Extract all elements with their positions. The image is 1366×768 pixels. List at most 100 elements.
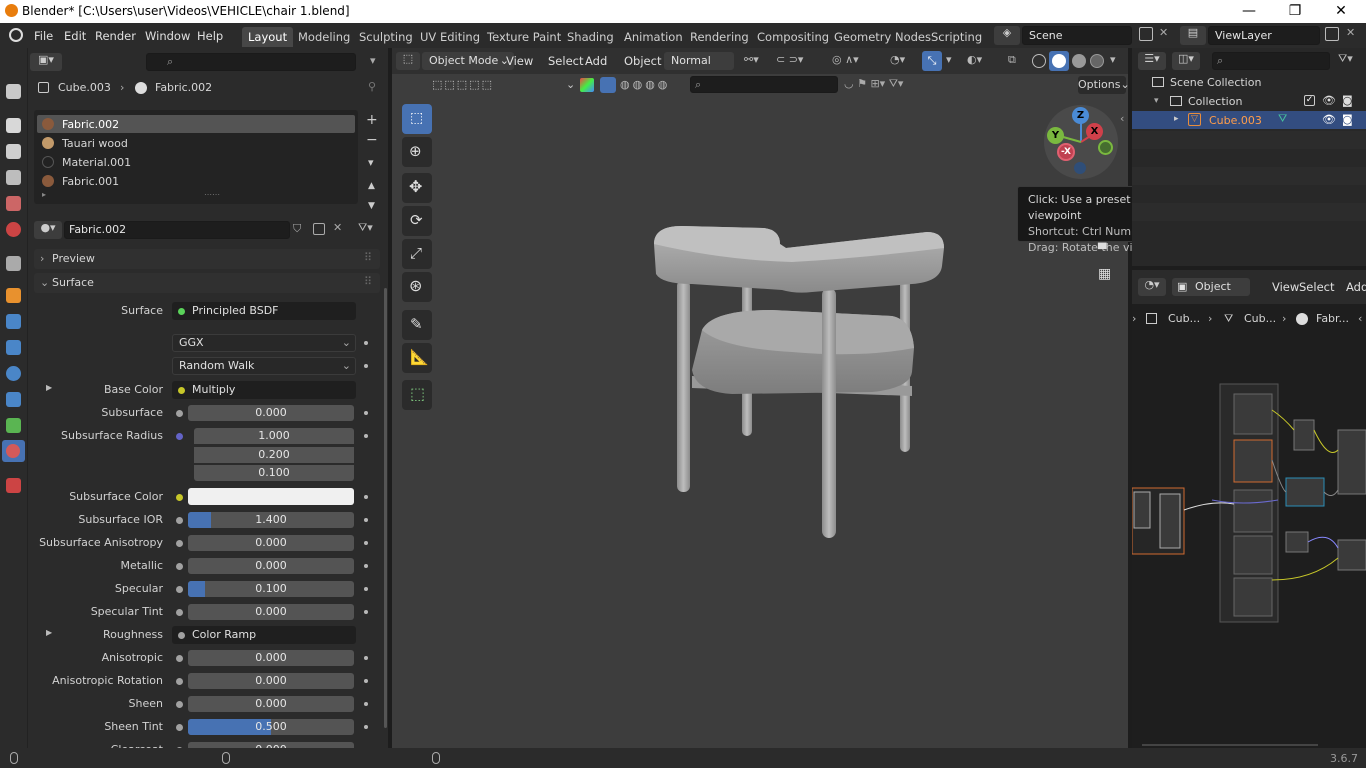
shader-node-editor[interactable]: ◔▾ ▣ Object View Select Add › Cub... › ⛛… — [1132, 270, 1366, 748]
menu-file[interactable]: File — [30, 27, 57, 45]
keyframe-dot[interactable] — [364, 411, 368, 415]
tab-modeling[interactable]: Modeling — [292, 27, 356, 47]
value-slider[interactable]: 0.500 — [188, 719, 354, 735]
shader-type-dropdown[interactable]: ▣ Object — [1172, 278, 1250, 296]
tab-texture-paint[interactable]: Texture Paint — [481, 27, 567, 47]
scale-tool[interactable]: ⤢ — [402, 239, 432, 269]
scene-collection-label[interactable]: Scene Collection — [1170, 76, 1261, 89]
keyframe-dot[interactable] — [364, 564, 368, 568]
color-swatch[interactable] — [188, 488, 354, 505]
linked-input-field[interactable]: Color Ramp — [172, 626, 356, 644]
horizontal-scrollbar[interactable] — [1142, 744, 1318, 746]
viewlayer-name-field[interactable]: ViewLayer — [1208, 26, 1320, 45]
constraints-tab-icon[interactable] — [6, 392, 21, 407]
object-mode-dropdown[interactable]: Object Mode ⌄ — [422, 52, 514, 70]
expand-icon[interactable]: ▾ — [1154, 96, 1159, 106]
keyframe-dot[interactable] — [364, 702, 368, 706]
blender-menu-icon[interactable] — [9, 28, 23, 42]
xray-icon[interactable]: ⧉ — [1008, 53, 1016, 67]
value-slider[interactable]: 0.000 — [188, 673, 354, 689]
input-socket-icon[interactable] — [176, 494, 183, 501]
filter-option-icons[interactable]: ◡ ⚑ ⊞▾ ⛛▾ — [844, 77, 903, 91]
chevron-down-icon[interactable]: ▾ — [946, 53, 952, 66]
tab-compositing[interactable]: Compositing — [751, 27, 835, 47]
outliner-search-input[interactable]: ⌕ — [1212, 52, 1330, 70]
overlay-icon[interactable]: ◐▾ — [967, 53, 982, 66]
maximize-button[interactable]: ❐ — [1272, 0, 1318, 23]
eye-icon[interactable]: 👁 — [1322, 94, 1336, 107]
gizmo-neg-y[interactable] — [1098, 140, 1113, 155]
gizmo-neg-x[interactable]: -X — [1057, 143, 1075, 161]
gizmo-x[interactable]: X — [1086, 123, 1103, 140]
vector-component-field[interactable]: 0.100 — [194, 465, 354, 481]
wireframe-shading-icon[interactable] — [1032, 54, 1046, 68]
input-socket-icon[interactable] — [176, 609, 183, 616]
gizmo-neg-z[interactable] — [1074, 162, 1086, 174]
view-layer-tab-icon[interactable] — [6, 170, 21, 185]
ortho-grid-icon[interactable]: ▦ — [1098, 266, 1111, 282]
value-slider[interactable]: 0.000 — [188, 650, 354, 666]
node-menu-select[interactable]: Select — [1295, 278, 1338, 296]
editor-type-icon[interactable]: ◔▾ — [1138, 278, 1166, 296]
new-viewlayer-icon[interactable] — [1325, 27, 1339, 41]
gizmo-z[interactable]: Z — [1072, 107, 1089, 124]
pivot-icon[interactable]: ⚯▾ — [744, 53, 759, 66]
select-tool[interactable]: ⬚ — [402, 104, 432, 134]
scene-name-field[interactable]: Scene — [1022, 26, 1132, 45]
transform-tool[interactable]: ⊛ — [402, 272, 432, 302]
solid-shading-icon[interactable] — [1049, 51, 1069, 71]
value-slider[interactable]: 0.000 — [188, 405, 354, 421]
scene-browse-icon[interactable]: ◈ — [994, 26, 1020, 45]
display-mode-icon[interactable] — [600, 77, 616, 93]
camera-icon[interactable]: ◙ — [1342, 113, 1353, 126]
delete-viewlayer-icon[interactable]: ✕ — [1346, 26, 1355, 39]
sidebar-toggle-icon[interactable]: ‹ — [1120, 112, 1124, 125]
tab-sculpting[interactable]: Sculpting — [353, 27, 419, 47]
physics-tab-icon[interactable] — [6, 366, 21, 381]
keyframe-dot[interactable] — [364, 725, 368, 729]
viewport-menu-add[interactable]: Add — [581, 52, 611, 70]
keyframe-dot[interactable] — [364, 518, 368, 522]
tab-layout[interactable]: Layout — [242, 27, 294, 47]
cursor-tool[interactable]: ⊕ — [402, 137, 432, 167]
rendered-shading-icon[interactable] — [1090, 54, 1104, 68]
input-socket-icon[interactable] — [176, 563, 183, 570]
sidebar-toggle-icon[interactable]: ‹ — [1358, 312, 1362, 325]
filter-icon[interactable]: ⛛▾ — [1338, 52, 1353, 66]
value-slider[interactable]: 1.400 — [188, 512, 354, 528]
material-preview-shading-icon[interactable] — [1072, 54, 1086, 68]
viewport-menu-view[interactable]: View — [502, 52, 537, 70]
keyframe-dot[interactable] — [364, 679, 368, 683]
annotate-tool[interactable]: ✎ — [402, 310, 432, 340]
input-socket-icon[interactable] — [176, 410, 183, 417]
tool-tab-icon[interactable] — [6, 84, 21, 99]
output-tab-icon[interactable] — [6, 144, 21, 159]
input-socket-icon[interactable] — [176, 655, 183, 662]
vector-component-field[interactable]: 1.000 — [194, 428, 354, 444]
tab-rendering[interactable]: Rendering — [684, 27, 755, 47]
render-tab-icon[interactable] — [6, 118, 21, 133]
value-slider[interactable]: 0.100 — [188, 581, 354, 597]
object-label[interactable]: Cube.003 — [1209, 114, 1262, 127]
gizmo-toggle-icon[interactable]: ⤡ — [922, 51, 942, 71]
object-tab-icon[interactable] — [6, 288, 21, 303]
editor-type-icon[interactable]: ☰▾ — [1138, 52, 1166, 70]
input-socket-icon[interactable] — [176, 433, 183, 440]
menu-edit[interactable]: Edit — [60, 27, 90, 45]
3d-viewport[interactable] — [392, 48, 1128, 748]
vector-component-field[interactable]: 0.200 — [194, 446, 354, 463]
value-slider[interactable]: 0.000 — [188, 558, 354, 574]
shading-options-icon[interactable]: ▾ — [1110, 53, 1116, 66]
menu-help[interactable]: Help — [193, 27, 227, 45]
modifier-tab-icon[interactable] — [6, 314, 21, 329]
selection-mode-icons[interactable]: ⬚⬚⬚⬚⬚ — [432, 78, 494, 91]
move-tool[interactable]: ✥ — [402, 173, 432, 203]
tab-shading[interactable]: Shading — [561, 27, 620, 47]
node-menu-add[interactable]: Add — [1342, 278, 1366, 296]
navigation-gizmo[interactable]: Z X Y -X — [1044, 105, 1118, 179]
scene-tab-icon[interactable] — [6, 196, 21, 211]
expand-icon[interactable]: ▸ — [1174, 114, 1179, 124]
keyframe-dot[interactable] — [364, 656, 368, 660]
input-socket-icon[interactable] — [176, 724, 183, 731]
measure-tool[interactable]: 📐 — [402, 343, 432, 373]
